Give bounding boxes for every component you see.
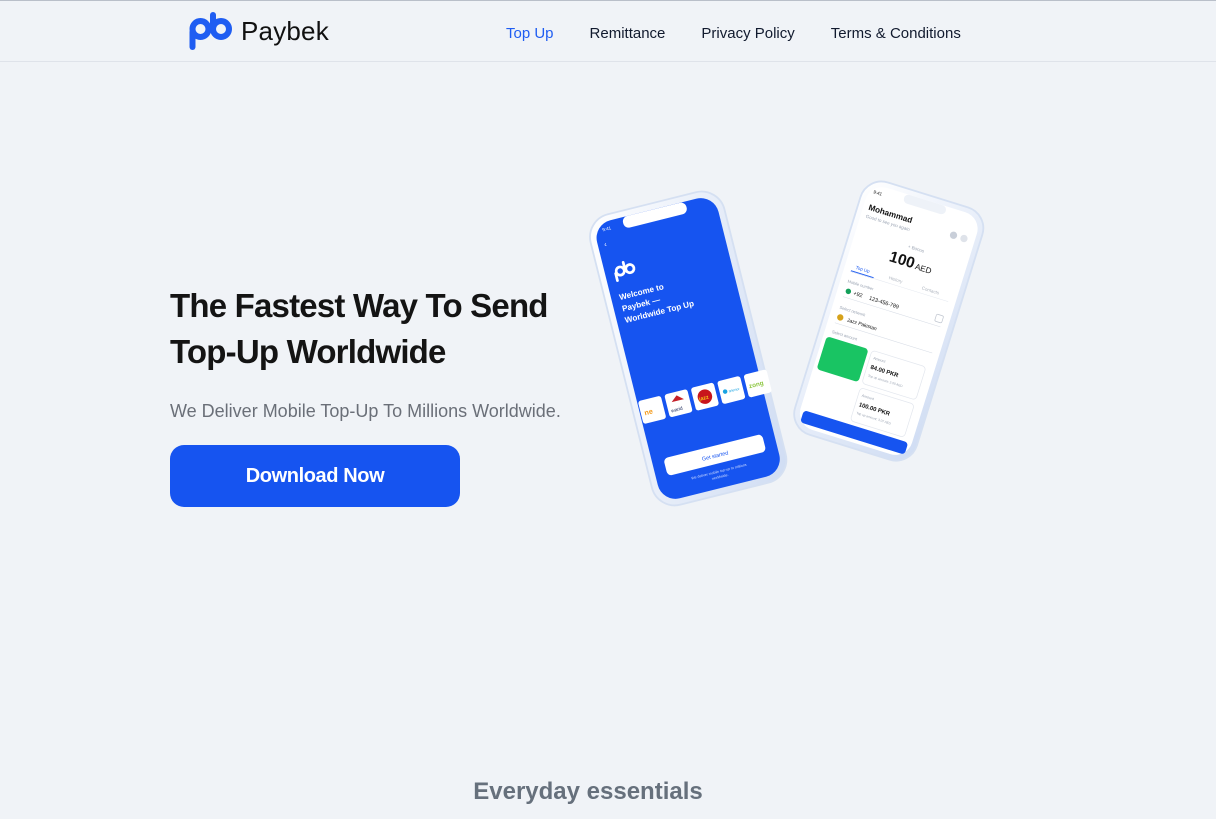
hero-title: The Fastest Way To Send Top-Up Worldwide (170, 283, 590, 375)
brand-name: Paybek (241, 15, 329, 46)
hero-title-line-2: Top-Up Worldwide (170, 333, 446, 370)
download-now-button[interactable]: Download Now (170, 445, 460, 507)
hero-title-line-1: The Fastest Way To Send (170, 287, 548, 324)
nav-top-up[interactable]: Top Up (506, 25, 554, 42)
brand-logo-link[interactable]: Paybek (189, 11, 329, 51)
main-nav: Top Up Remittance Privacy Policy Terms &… (506, 25, 961, 42)
everyday-essentials-heading: Everyday essentials (473, 778, 703, 805)
nav-terms-conditions[interactable]: Terms & Conditions (831, 25, 961, 42)
phone-back: 9:41 Mohammad Good to see you again + Bo… (793, 180, 985, 462)
nav-privacy-policy[interactable]: Privacy Policy (701, 25, 794, 42)
top-navbar: Paybek Top Up Remittance Privacy Policy … (0, 1, 1216, 62)
phone-front: 9:41 ‹ Welcome to Paybek — Worldwide Top… (589, 190, 788, 507)
hero-subtitle: We Deliver Mobile Top-Up To Millions Wor… (170, 401, 561, 421)
paybek-logo-icon (189, 12, 232, 50)
app-phones-illustration: 9:41 Mohammad Good to see you again + Bo… (589, 180, 985, 507)
nav-remittance[interactable]: Remittance (590, 25, 666, 42)
